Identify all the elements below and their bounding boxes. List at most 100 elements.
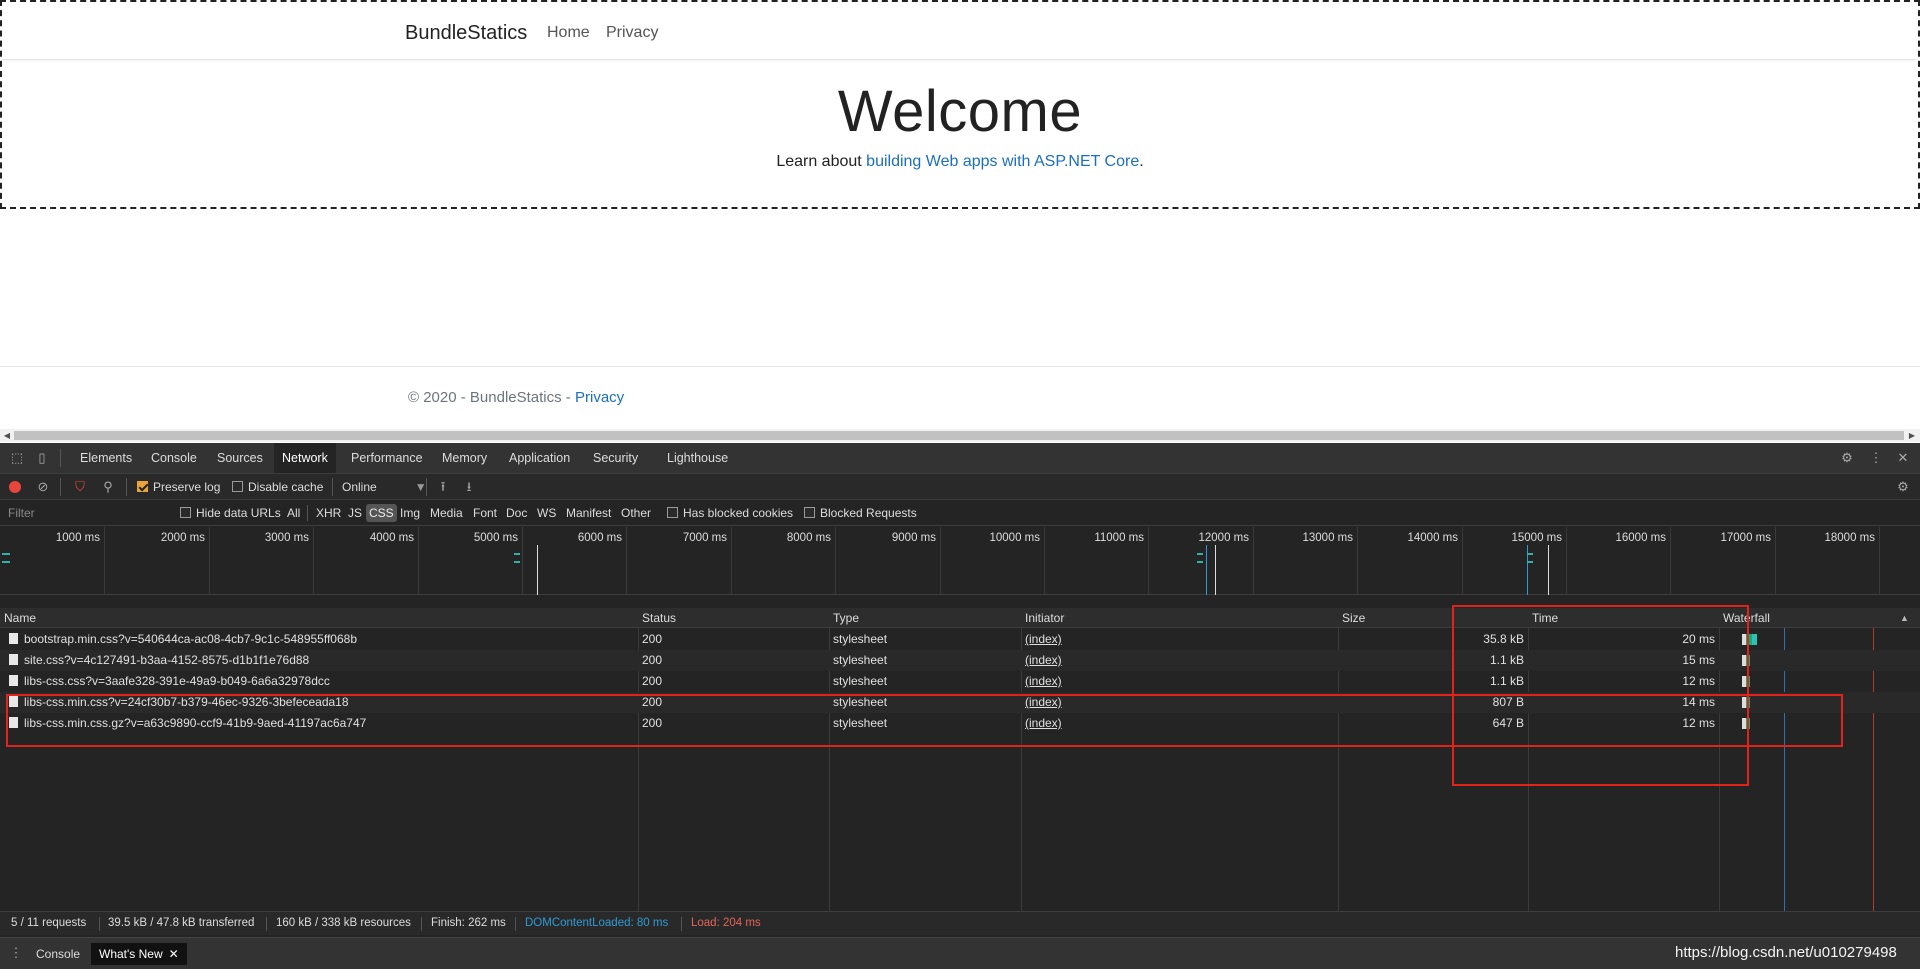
overview-tick-label: 15000 ms [1511,532,1562,544]
overview-gridline [104,527,105,595]
overview-gridline [522,527,523,595]
column-status[interactable]: Status [638,608,676,628]
hide-data-urls-label: Hide data URLs [196,506,281,520]
tab-divider [60,449,61,467]
tab-security[interactable]: Security [585,443,646,473]
record-icon[interactable] [9,481,21,493]
hero-text: Learn about [776,153,867,170]
footer-divider [0,366,1920,367]
scroll-left-icon[interactable]: ◀ [2,431,12,440]
request-name[interactable]: site.css?v=4c127491-b3aa-4152-8575-d1b1f… [9,650,629,671]
request-initiator-link[interactable]: (index) [1025,671,1145,692]
request-initiator-link[interactable]: (index) [1025,650,1145,671]
filter-input[interactable]: Filter [4,503,164,523]
request-name[interactable]: libs-css.css?v=3aafe328-391e-49a9-b049-6… [9,671,629,692]
overview-tick-label: 6000 ms [577,532,622,544]
request-name[interactable]: bootstrap.min.css?v=540644ca-ac08-4cb7-9… [9,629,629,650]
overview-tick-label: 10000 ms [989,532,1040,544]
settings-gear-icon[interactable]: ⚙ [1839,450,1855,466]
drawer-tab-console[interactable]: Console [28,943,88,965]
request-initiator-link[interactable]: (index) [1025,629,1145,650]
footer-privacy-link[interactable]: Privacy [575,389,624,406]
site-footer: © 2020 - BundleStatics - Privacy [408,389,624,406]
site-navbar: BundleStatics Home Privacy [2,2,1916,60]
chevron-down-icon: ▼ [414,480,427,494]
filter-xhr[interactable]: XHR [313,504,344,522]
overview-gridline [1775,527,1776,595]
filter-all[interactable]: All [284,504,303,522]
site-brand[interactable]: BundleStatics [405,22,527,45]
toolbar-divider [126,478,127,496]
load-marker [1215,545,1216,595]
inspect-element-icon[interactable]: ⬚ [9,450,25,466]
column-type[interactable]: Type [829,608,859,628]
overview-tick-label: 4000 ms [369,532,414,544]
drawer-tab-whats-new[interactable]: What's New ✕ [91,943,187,965]
filter-img[interactable]: Img [397,504,423,522]
request-activity [1197,553,1203,563]
filter-font[interactable]: Font [470,504,500,522]
overview-gridline [418,527,419,595]
request-status: 200 [642,653,663,667]
overview-tick-label: 3000 ms [264,532,309,544]
web-page: BundleStatics Home Privacy Welcome Learn… [0,0,1920,442]
search-icon[interactable]: ⚲ [100,479,116,495]
scroll-right-icon[interactable]: ▶ [1907,431,1917,440]
file-icon [9,633,18,644]
tab-application[interactable]: Application [501,443,578,473]
filter-media[interactable]: Media [427,504,466,522]
nav-link-home[interactable]: Home [547,24,590,42]
tab-console[interactable]: Console [143,443,205,473]
overview-gridline [626,527,627,595]
column-name[interactable]: Name [0,608,36,628]
overview-tick-label: 12000 ms [1198,532,1249,544]
scrollbar-thumb[interactable] [14,431,1904,440]
clear-icon[interactable]: ⊘ [35,479,51,495]
filter-divider [307,505,308,521]
nav-link-privacy[interactable]: Privacy [606,24,658,42]
summary-divider [681,917,682,931]
column-initiator[interactable]: Initiator [1021,608,1064,628]
horizontal-scrollbar[interactable]: ◀ ▶ [0,429,1920,442]
filter-manifest[interactable]: Manifest [563,504,614,522]
overview-tick-label: 14000 ms [1407,532,1458,544]
blocked-requests-checkbox[interactable]: Blocked Requests [804,500,917,526]
summary-transferred: 39.5 kB / 47.8 kB transferred [108,917,255,929]
request-activity [2,553,10,563]
network-settings-gear-icon[interactable]: ⚙ [1895,479,1911,495]
filter-css[interactable]: CSS [366,504,397,522]
tab-performance[interactable]: Performance [343,443,431,473]
filter-doc[interactable]: Doc [503,504,530,522]
tab-memory[interactable]: Memory [434,443,495,473]
disable-cache-checkbox[interactable]: Disable cache [232,474,323,500]
device-toolbar-icon[interactable]: ▯ [34,450,50,466]
tab-elements[interactable]: Elements [72,443,140,473]
overview-tick-label: 2000 ms [160,532,205,544]
network-overview-timeline[interactable]: 1000 ms 2000 ms 3000 ms 4000 ms 5000 ms 6000 … [0,527,1920,595]
overview-gridline [1148,527,1149,595]
filter-ws[interactable]: WS [534,504,559,522]
request-activity [514,553,520,563]
drawer-menu-icon[interactable]: ⋮ [8,945,24,961]
close-icon[interactable]: ✕ [169,947,179,961]
watermark-text: https://blog.csdn.net/u010279498 [1675,944,1897,961]
export-har-icon[interactable]: ⭳ [461,479,477,495]
close-devtools-icon[interactable]: ✕ [1895,450,1911,466]
checkbox-icon [232,481,243,492]
blocked-cookies-checkbox[interactable]: Has blocked cookies [667,500,793,526]
import-har-icon[interactable]: ⭱ [435,479,451,495]
preserve-log-checkbox[interactable]: Preserve log [137,474,220,500]
filter-other[interactable]: Other [618,504,654,522]
throttling-select[interactable]: Online ▼ [342,474,427,500]
aspnet-docs-link[interactable]: building Web apps with ASP.NET Core [866,153,1139,170]
more-options-icon[interactable]: ⋮ [1868,450,1884,466]
column-size[interactable]: Size [1338,608,1365,628]
hide-data-urls-checkbox[interactable]: Hide data URLs [180,500,281,526]
filter-js[interactable]: JS [345,504,365,522]
sort-up-icon[interactable]: ▲ [1896,608,1909,628]
filter-icon[interactable]: ⛉ [72,479,88,495]
tab-network[interactable]: Network [274,443,336,473]
summary-divider [99,917,100,931]
tab-lighthouse[interactable]: Lighthouse [659,443,736,473]
tab-sources[interactable]: Sources [209,443,271,473]
